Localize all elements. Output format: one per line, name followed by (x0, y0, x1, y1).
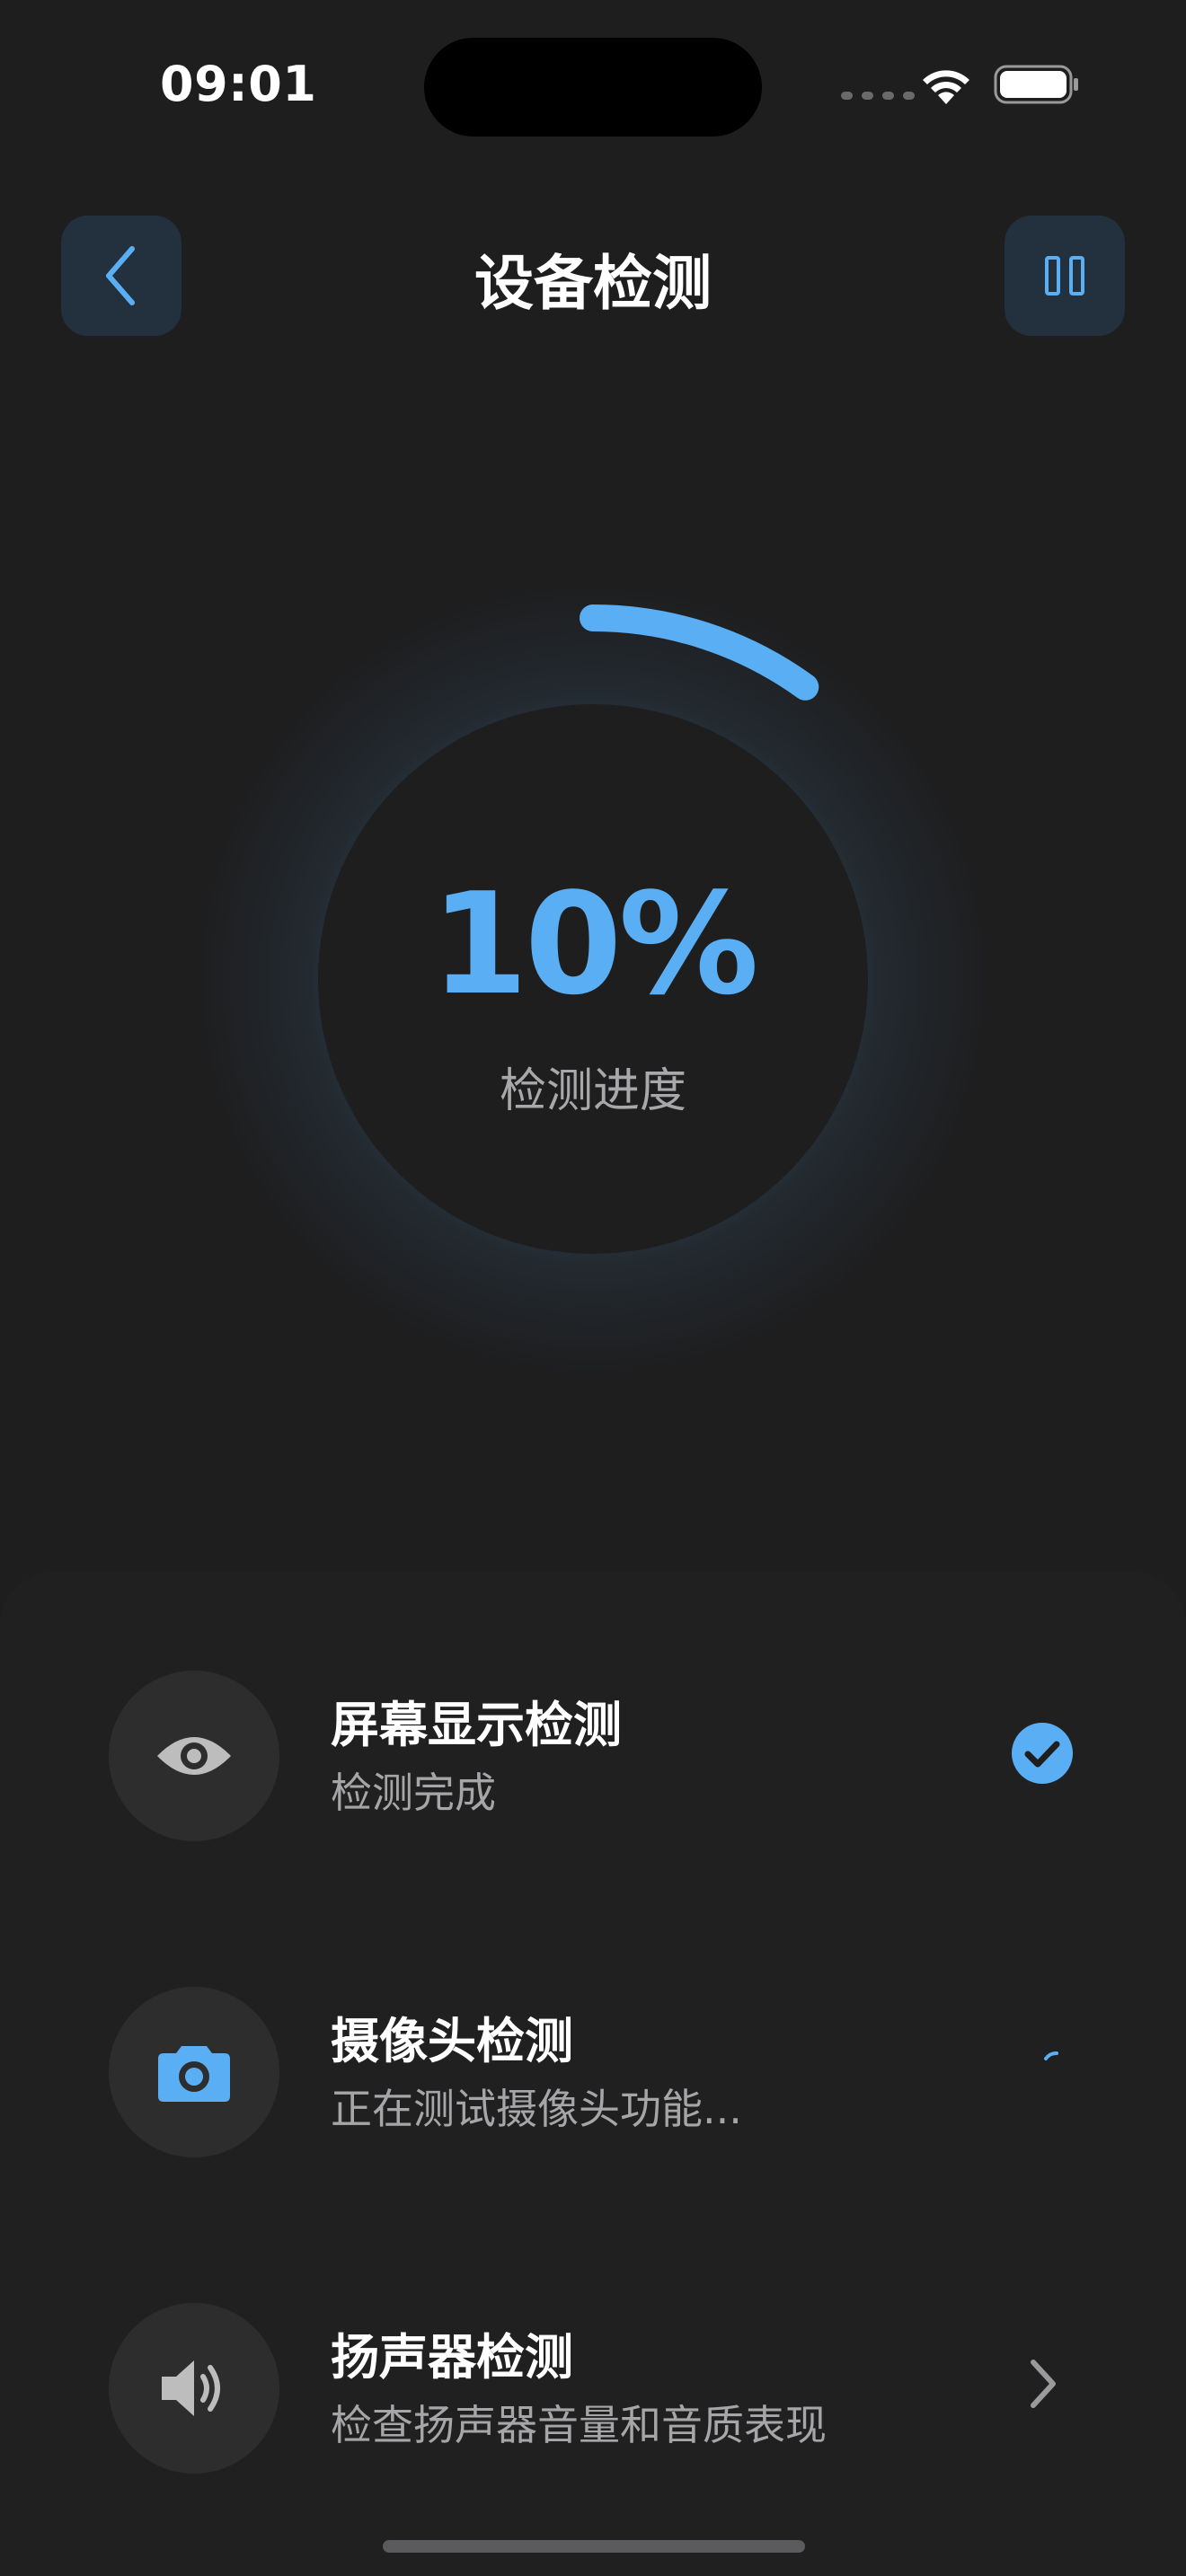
eye-icon (109, 1671, 279, 1841)
test-item-screen[interactable]: 屏幕显示检测 检测完成 (59, 1626, 1127, 1886)
pause-icon (1045, 256, 1084, 296)
home-indicator (383, 2540, 805, 2553)
test-item-subtitle: 正在测试摄像头功能... (331, 2085, 742, 2133)
progress-label: 检测进度 (499, 1064, 686, 1118)
dynamic-island (424, 38, 762, 137)
wifi-icon (923, 70, 969, 104)
test-item-subtitle: 检查扬声器音量和音质表现 (331, 2401, 827, 2449)
pause-button[interactable] (1005, 216, 1125, 336)
speaker-icon (109, 2303, 279, 2474)
test-item-subtitle: 检测完成 (331, 1769, 496, 1817)
test-item-title: 扬声器检测 (331, 2329, 573, 2386)
camera-icon (109, 1987, 279, 2157)
check-circle-icon (1006, 1717, 1078, 1789)
status-time: 09:01 (160, 56, 317, 112)
battery-icon (994, 65, 1078, 104)
test-item-speaker[interactable]: 扬声器检测 检查扬声器音量和音质表现 (59, 2258, 1127, 2519)
progress-value: 10% (430, 862, 758, 1026)
test-item-camera[interactable]: 摄像头检测 正在测试摄像头功能... (59, 1942, 1127, 2202)
test-item-title: 屏幕显示检测 (331, 1697, 622, 1753)
chevron-right-icon (1006, 2348, 1078, 2420)
test-item-title: 摄像头检测 (331, 2013, 573, 2069)
spinner-icon (1006, 2023, 1078, 2095)
signal-icon (841, 92, 915, 100)
